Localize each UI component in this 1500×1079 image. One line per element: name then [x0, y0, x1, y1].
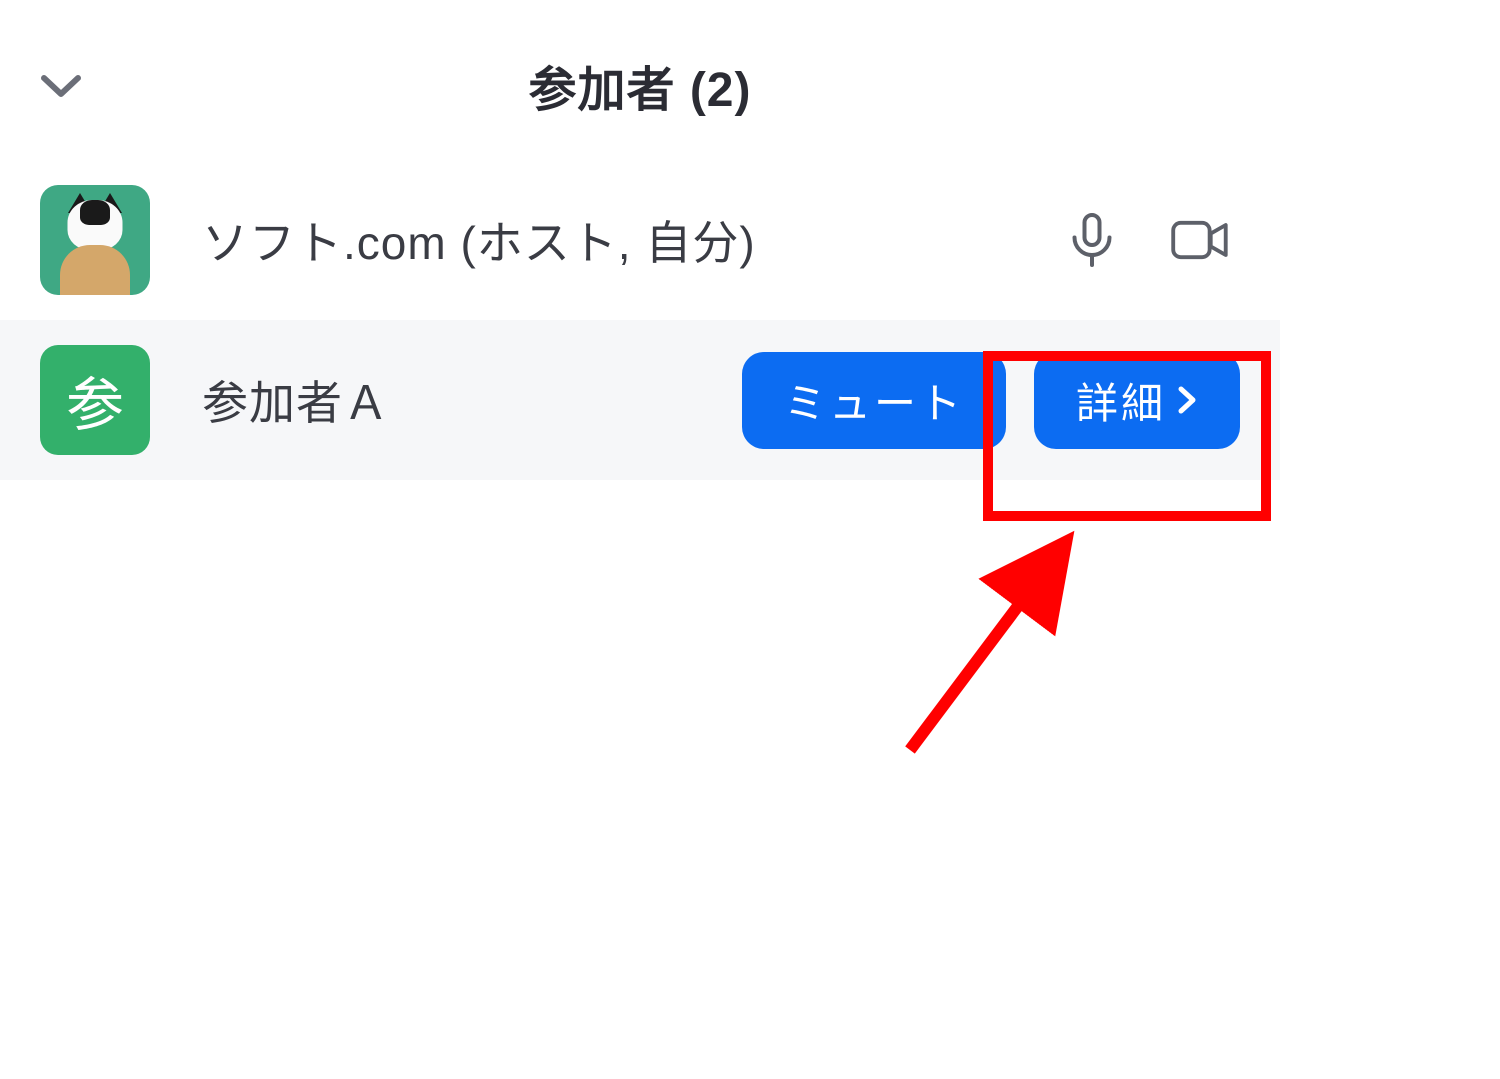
participant-name: ソフト.com (ホスト, 自分) [202, 207, 1010, 273]
chevron-right-icon [1176, 385, 1198, 415]
panel-title: 参加者 (2) [40, 50, 1240, 120]
panel-header: 参加者 (2) [0, 0, 1280, 160]
mute-button-label: ミュート [784, 370, 964, 431]
participant-row[interactable]: 参 参加者Ａ ミュート 詳細 [0, 320, 1280, 480]
avatar: 参 [40, 345, 150, 455]
participant-row[interactable]: ソフト.com (ホスト, 自分) [0, 160, 1280, 320]
more-button[interactable]: 詳細 [1034, 352, 1240, 449]
more-button-label: 詳細 [1076, 370, 1166, 431]
participant-actions: ミュート 詳細 [742, 352, 1240, 449]
annotation-arrow [880, 520, 1180, 820]
participants-panel: 参加者 (2) ソフト.com (ホスト, 自分) 参 [0, 0, 1280, 480]
avatar [40, 185, 150, 295]
microphone-icon[interactable] [1062, 210, 1122, 270]
video-camera-icon[interactable] [1170, 210, 1230, 270]
collapse-button[interactable] [40, 72, 82, 105]
chevron-down-icon [40, 72, 82, 100]
status-icons [1062, 210, 1240, 270]
participant-name: 参加者Ａ [202, 367, 690, 433]
mute-button[interactable]: ミュート [742, 352, 1006, 449]
avatar-letter: 参 [66, 358, 124, 442]
